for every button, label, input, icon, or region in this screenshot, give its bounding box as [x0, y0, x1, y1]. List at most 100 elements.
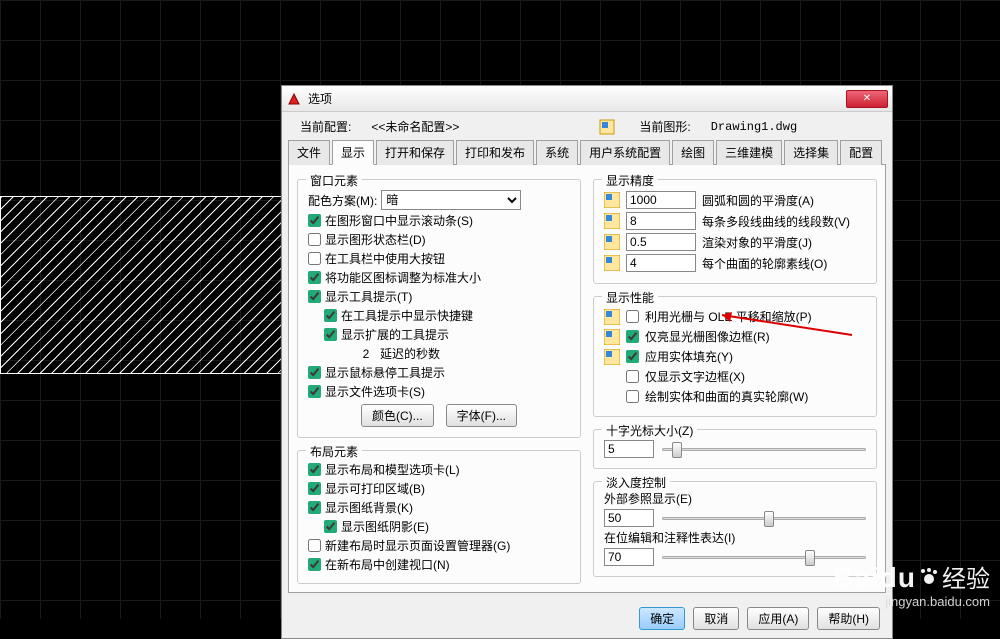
xref-input[interactable]	[604, 509, 654, 527]
resize-ribbon-checkbox[interactable]	[308, 271, 321, 284]
tab-profiles[interactable]: 配置	[840, 140, 882, 165]
layout-elements-group: 布局元素 显示布局和模型选项卡(L) 显示可打印区域(B) 显示图纸背景(K) …	[297, 450, 581, 584]
shortcut-keys-label[interactable]: 在工具提示中显示快捷键	[341, 307, 473, 324]
tab-3d[interactable]: 三维建模	[716, 140, 782, 165]
watermark: Baidu经验 jingyan.baidu.com	[833, 559, 990, 609]
tab-content: 窗口元素 配色方案(M): 暗 在图形窗口中显示滚动条(S) 显示图形状态栏(D…	[288, 164, 886, 593]
drawing-icon	[599, 119, 615, 135]
new-layout-mgr-checkbox[interactable]	[308, 539, 321, 552]
solid-fill-label[interactable]: 应用实体填充(Y)	[645, 348, 733, 365]
tooltips-checkbox[interactable]	[308, 290, 321, 303]
window-elements-group: 窗口元素 配色方案(M): 暗 在图形窗口中显示滚动条(S) 显示图形状态栏(D…	[297, 179, 581, 438]
segments-label: 每条多段线曲线的线段数(V)	[702, 213, 850, 230]
paper-bg-label[interactable]: 显示图纸背景(K)	[325, 499, 413, 516]
options-dialog: 选项 ✕ 当前配置: <<未命名配置>> 当前图形: Drawing1.dwg …	[281, 85, 893, 639]
viewport-label[interactable]: 在新布局中创建视口(N)	[325, 556, 450, 573]
watermark-cn: 经验	[942, 566, 990, 593]
file-tabs-checkbox[interactable]	[308, 385, 321, 398]
raster-ole-label[interactable]: 利用光栅与 OLE 平移和缩放(P)	[645, 308, 812, 325]
shortcut-keys-checkbox[interactable]	[324, 309, 337, 322]
inplace-label: 在位编辑和注释性表达(I)	[604, 529, 866, 546]
tab-drafting[interactable]: 绘图	[672, 140, 714, 165]
xref-label: 外部参照显示(E)	[604, 490, 866, 507]
arc-smooth-label: 圆弧和圆的平滑度(A)	[702, 192, 814, 209]
inplace-input[interactable]	[604, 548, 654, 566]
hover-tooltips-checkbox[interactable]	[308, 366, 321, 379]
current-config-value: <<未命名配置>>	[371, 118, 459, 135]
silhouette-checkbox[interactable]	[626, 390, 639, 403]
group-legend: 布局元素	[306, 443, 362, 460]
hatched-rectangle	[0, 196, 282, 374]
extended-tooltips-label[interactable]: 显示扩展的工具提示	[341, 326, 449, 343]
right-column: 显示精度 圆弧和圆的平滑度(A) 每条多段线曲线的线段数(V) 渲染对象的平滑度…	[593, 173, 877, 584]
surface-input[interactable]	[626, 254, 696, 272]
delay-label: 延迟的秒数	[380, 345, 440, 362]
tooltips-label[interactable]: 显示工具提示(T)	[325, 288, 412, 305]
viewport-checkbox[interactable]	[308, 558, 321, 571]
group-legend: 窗口元素	[306, 172, 362, 189]
printable-checkbox[interactable]	[308, 482, 321, 495]
dialog-title: 选项	[308, 90, 846, 107]
printable-label[interactable]: 显示可打印区域(B)	[325, 480, 425, 497]
group-legend: 显示精度	[602, 172, 658, 189]
arc-smooth-input[interactable]	[626, 191, 696, 209]
crosshair-slider[interactable]	[662, 440, 866, 458]
highlight-raster-checkbox[interactable]	[626, 330, 639, 343]
group-legend: 显示性能	[602, 289, 658, 306]
tab-selection[interactable]: 选择集	[784, 140, 838, 165]
large-buttons-checkbox[interactable]	[308, 252, 321, 265]
close-button[interactable]: ✕	[846, 90, 888, 108]
hover-tooltips-label[interactable]: 显示鼠标悬停工具提示	[325, 364, 445, 381]
watermark-brand: Baidu	[833, 562, 916, 593]
current-drawing-label: 当前图形:	[639, 118, 690, 135]
precision-icon	[604, 192, 620, 208]
group-legend: 十字光标大小(Z)	[602, 422, 697, 439]
resize-ribbon-label[interactable]: 将功能区图标调整为标准大小	[325, 269, 481, 286]
color-scheme-select[interactable]: 暗	[381, 190, 521, 210]
color-scheme-label: 配色方案(M):	[308, 192, 377, 209]
extended-tooltips-checkbox[interactable]	[324, 328, 337, 341]
tab-files[interactable]: 文件	[288, 140, 330, 165]
current-drawing-value: Drawing1.dwg	[711, 120, 797, 134]
highlight-raster-label[interactable]: 仅亮显光栅图像边框(R)	[645, 328, 770, 345]
paper-shadow-checkbox[interactable]	[324, 520, 337, 533]
large-buttons-label[interactable]: 在工具栏中使用大按钮	[325, 250, 445, 267]
new-layout-mgr-label[interactable]: 新建布局时显示页面设置管理器(G)	[325, 537, 510, 554]
segments-input[interactable]	[626, 212, 696, 230]
paper-bg-checkbox[interactable]	[308, 501, 321, 514]
statusbar-checkbox[interactable]	[308, 233, 321, 246]
crosshair-input[interactable]	[604, 440, 654, 458]
header-row: 当前配置: <<未命名配置>> 当前图形: Drawing1.dwg	[282, 112, 892, 139]
solid-fill-checkbox[interactable]	[626, 350, 639, 363]
app-logo-icon	[286, 91, 302, 107]
text-boundary-checkbox[interactable]	[626, 370, 639, 383]
perf-icon	[604, 349, 620, 365]
tab-plot[interactable]: 打印和发布	[456, 140, 534, 165]
render-smooth-input[interactable]	[626, 233, 696, 251]
tab-userpref[interactable]: 用户系统配置	[580, 140, 670, 165]
text-boundary-label[interactable]: 仅显示文字边框(X)	[645, 368, 745, 385]
xref-slider[interactable]	[662, 509, 866, 527]
display-performance-group: 显示性能 利用光栅与 OLE 平移和缩放(P) 仅亮显光栅图像边框(R) 应用实…	[593, 296, 877, 417]
tab-display[interactable]: 显示	[332, 140, 374, 165]
precision-icon	[604, 213, 620, 229]
precision-icon	[604, 255, 620, 271]
tabs: 文件 显示 打开和保存 打印和发布 系统 用户系统配置 绘图 三维建模 选择集 …	[282, 139, 892, 164]
scrollbars-label[interactable]: 在图形窗口中显示滚动条(S)	[325, 212, 473, 229]
precision-icon	[604, 234, 620, 250]
tab-system[interactable]: 系统	[536, 140, 578, 165]
statusbar-label[interactable]: 显示图形状态栏(D)	[325, 231, 426, 248]
fonts-button[interactable]: 字体(F)...	[446, 404, 517, 427]
silhouette-label[interactable]: 绘制实体和曲面的真实轮廓(W)	[645, 388, 808, 405]
left-column: 窗口元素 配色方案(M): 暗 在图形窗口中显示滚动条(S) 显示图形状态栏(D…	[297, 173, 581, 584]
group-legend: 淡入度控制	[602, 474, 670, 491]
tab-opensave[interactable]: 打开和保存	[376, 140, 454, 165]
file-tabs-label[interactable]: 显示文件选项卡(S)	[325, 383, 425, 400]
layout-tabs-checkbox[interactable]	[308, 463, 321, 476]
colors-button[interactable]: 颜色(C)...	[361, 404, 434, 427]
raster-ole-checkbox[interactable]	[626, 310, 639, 323]
layout-tabs-label[interactable]: 显示布局和模型选项卡(L)	[325, 461, 460, 478]
scrollbars-checkbox[interactable]	[308, 214, 321, 227]
current-config-label: 当前配置:	[300, 118, 351, 135]
paper-shadow-label[interactable]: 显示图纸阴影(E)	[341, 518, 429, 535]
